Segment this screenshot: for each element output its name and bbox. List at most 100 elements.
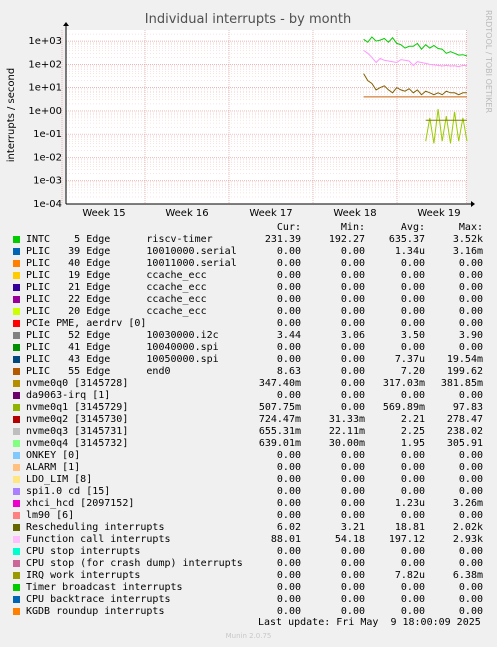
legend-min: 0.00 [340,546,365,557]
legend-row: PLIC 22 Edge ccache_ecc 0.00 0.00 0.00 0.00 [0,294,497,306]
legend-row: xhci_hcd [2097152] 0.00 0.00 1.23u 3.26m [0,498,497,510]
legend-max: 381.85m [440,378,483,389]
legend-avg: 0.00 [400,582,425,593]
legend-max: 0.00 [458,474,483,485]
legend-row: Rescheduling interrupts 6.02 3.21 18.81 2.02… [0,522,497,534]
legend-min: 0.00 [340,498,365,509]
legend-swatch [13,572,20,579]
legend-avg: 0.00 [400,546,425,557]
legend-cur: 0.00 [276,294,301,305]
legend-min: 0.00 [340,582,365,593]
legend-swatch [13,416,20,423]
legend-label: nvme0q3 [3145731] [26,426,129,437]
legend-max: 0.00 [458,546,483,557]
legend-cur: 6.02 [276,522,301,533]
legend-avg: 7.82u [394,570,425,581]
legend-avg: 0.00 [400,390,425,401]
legend-cur: 0.00 [276,306,301,317]
legend-max: 0.00 [458,510,483,521]
legend-cur: 231.39 [264,234,301,245]
legend-swatch [13,524,20,531]
legend-label: ONKEY [0] [26,450,81,461]
legend-swatch [13,440,20,447]
legend-avg: 569.89m [382,402,425,413]
legend-swatch [13,452,20,459]
legend-swatch [13,488,20,495]
legend-cur: 88.01 [270,534,301,545]
legend-min: 3.21 [340,522,365,533]
legend-min: 54.18 [334,534,365,545]
y-axis-arrow [63,22,69,26]
legend-avg: 0.00 [400,450,425,461]
legend-row: CPU stop interrupts 0.00 0.00 0.00 0.00 [0,546,497,558]
legend-avg: 0.00 [400,474,425,485]
legend-row: PLIC 40 Edge 10011000.serial 0.00 0.00 0.00… [0,258,497,270]
legend-swatch [13,380,20,387]
legend-cur: 0.00 [276,450,301,461]
legend-label: CPU backtrace interrupts [26,594,171,605]
legend-max: 3.52k [452,234,483,245]
legend-avg: 0.00 [400,462,425,473]
legend-max: 0.00 [458,270,483,281]
legend-min: 0.00 [340,318,365,329]
legend-avg: 0.00 [400,510,425,521]
legend-label: PLIC 43 Edge 10050000.spi [26,354,219,365]
legend-swatch [13,536,20,543]
legend-min: 0.00 [340,282,365,293]
legend-row: nvme0q3 [3145731] 655.31m 22.11m 2.25 238.02 [0,426,497,438]
legend-cur: 0.00 [276,546,301,557]
legend-row: PLIC 41 Edge 10040000.spi 0.00 0.00 0.00 0.0… [0,342,497,354]
legend-min: 0.00 [340,306,365,317]
legend-avg: 7.37u [394,354,425,365]
legend-swatch [13,344,20,351]
legend-row: PCIe PME, aerdrv [0] 0.00 0.00 0.00 0.00 [0,318,497,330]
last-update: Last update: Fri May 9 18:00:09 2025 [258,617,481,628]
legend-label: PLIC 22 Edge ccache_ecc [26,294,207,305]
legend-avg: 0.00 [400,306,425,317]
legend-cur: 0.00 [276,270,301,281]
legend-label: PCIe PME, aerdrv [0] [26,318,147,329]
legend-max: 305.91 [446,438,483,449]
legend-avg: 635.37 [388,234,425,245]
legend-row: nvme0q2 [3145730] 724.47m 31.33m 2.21 278.47 [0,414,497,426]
legend-row: nvme0q0 [3145728] 347.40m 0.00 317.03m 381.8… [0,378,497,390]
legend-min: 0.00 [340,510,365,521]
legend-cur: 0.00 [276,486,301,497]
legend-swatch [13,464,20,471]
legend-min: 0.00 [340,258,365,269]
legend-min: 31.33m [328,414,365,425]
legend-cur: 0.00 [276,354,301,365]
legend-max: 0.00 [458,282,483,293]
legend-swatch [13,260,20,267]
legend-label: nvme0q2 [3145730] [26,414,129,425]
legend-min: 0.00 [340,366,365,377]
munin-version: Munin 2.0.75 [225,632,272,640]
legend-cur: 0.00 [276,246,301,257]
y-tick-label: 1e-04 [33,199,62,210]
legend-label: Timer broadcast interrupts [26,582,183,593]
legend-avg: 0.00 [400,594,425,605]
legend-max: 6.38m [452,570,483,581]
legend-label: nvme0q1 [3145729] [26,402,129,413]
legend-cur: 0.00 [276,462,301,473]
legend-swatch [13,428,20,435]
legend-min: 0.00 [340,450,365,461]
legend-row: PLIC 43 Edge 10050000.spi 0.00 0.00 7.37u 19… [0,354,497,366]
legend-row: INTC 5 Edge riscv-timer 231.39 192.27 635.3… [0,234,497,246]
legend-cur: 655.31m [258,426,301,437]
chart-area: Individual interrupts - by month interru… [6,10,493,219]
legend-cur: 0.00 [276,390,301,401]
legend-max: 0.00 [458,486,483,497]
legend-cur: 0.00 [276,474,301,485]
legend-avg: 0.00 [400,342,425,353]
legend-cur: 639.01m [258,438,301,449]
rrdtool-label: RRDTOOL / TOBI OETIKER [484,10,493,113]
legend-row: CPU stop (for crash dump) interrupts 0.00… [0,558,497,570]
legend-row: PLIC 20 Edge ccache_ecc 0.00 0.00 0.00 0.00 [0,306,497,318]
plot-area: 1e+03 1e+02 1e+01 1e+00 1e-01 1e-02 1e-03 1e-04… [28,22,475,219]
y-tick-label: 1e+02 [28,59,62,70]
legend-label: CPU stop (for crash dump) interrupts [26,558,243,569]
legend-row: IRQ work interrupts 0.00 0.00 7.82u 6.38m [0,570,497,582]
header-min: Min: [340,222,365,233]
legend-max: 199.62 [446,366,483,377]
